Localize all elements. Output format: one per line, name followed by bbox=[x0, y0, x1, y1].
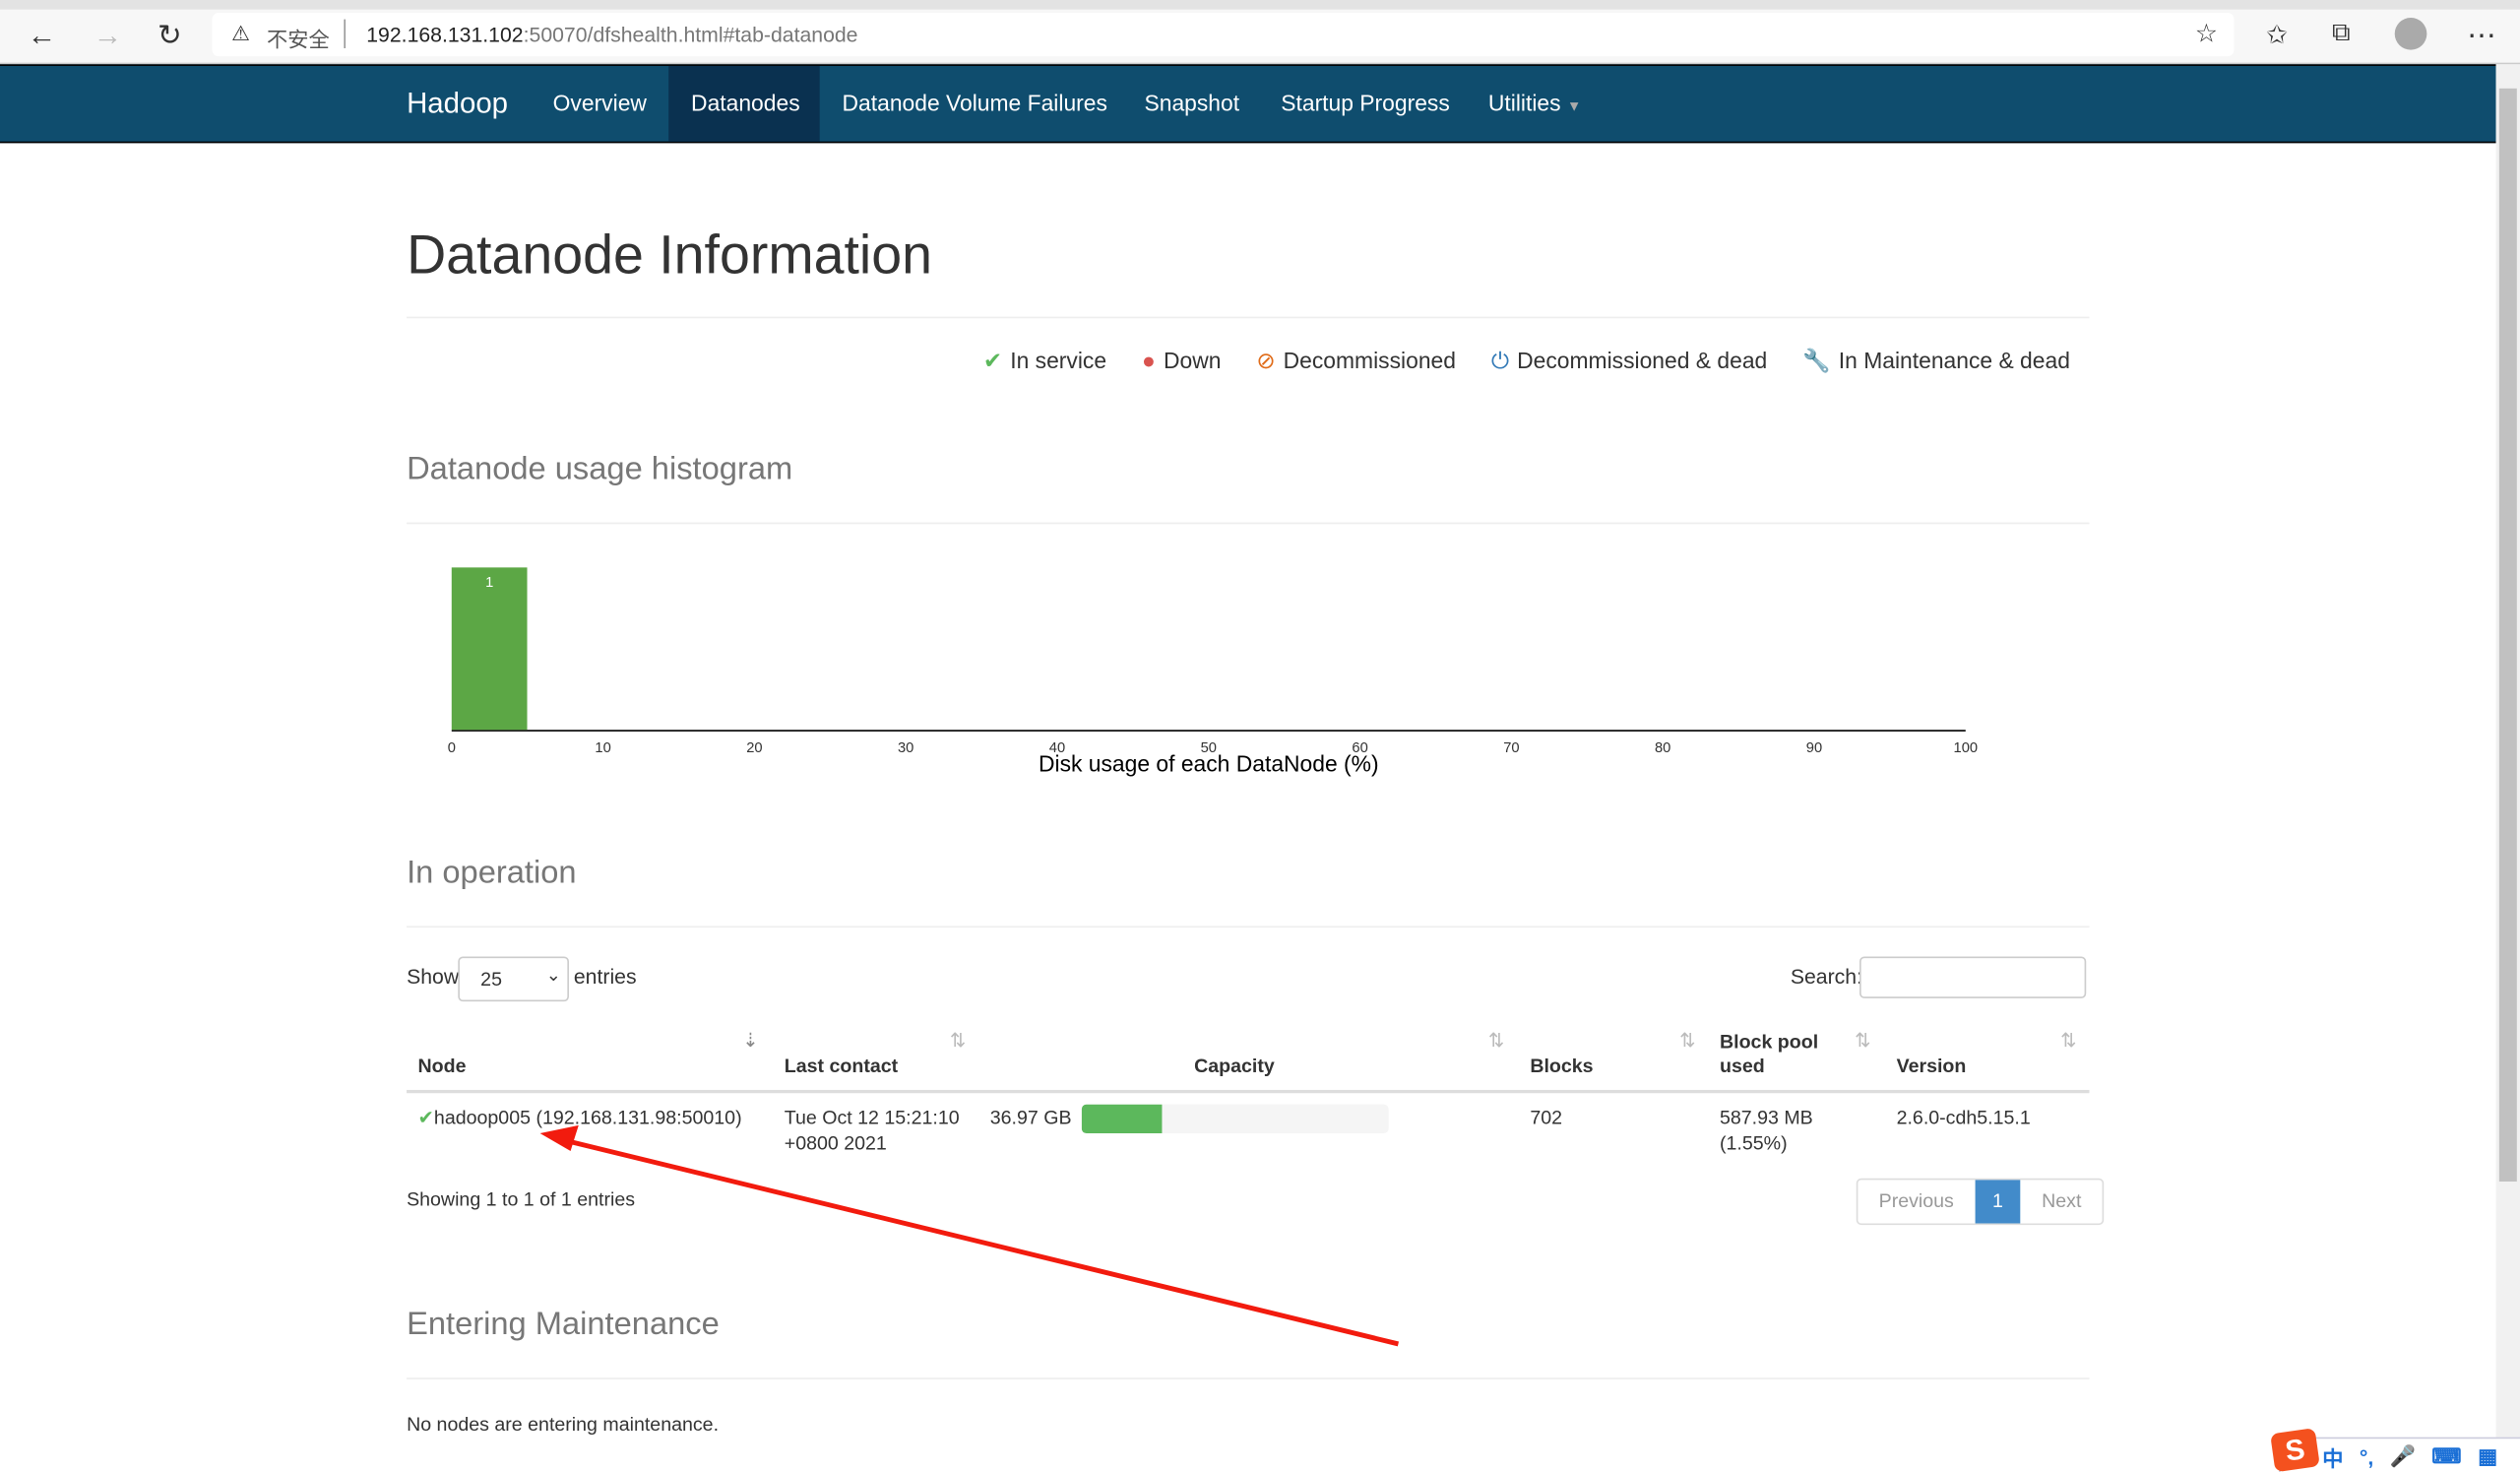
sogou-logo[interactable]: S bbox=[2270, 1428, 2320, 1472]
microphone-icon[interactable]: 🎤 bbox=[2390, 1443, 2416, 1469]
ime-punctuation[interactable]: °, bbox=[2360, 1444, 2373, 1468]
ime-mode[interactable]: 中 bbox=[2322, 1441, 2343, 1472]
maintenance-heading: Entering Maintenance bbox=[407, 1307, 720, 1343]
scrollbar-thumb[interactable] bbox=[2498, 88, 2517, 1183]
grid-icon[interactable]: ▦ bbox=[2478, 1443, 2497, 1469]
divider bbox=[407, 1377, 2090, 1379]
red-annotation-arrow bbox=[539, 1124, 1400, 1347]
keyboard-icon[interactable]: ⌨ bbox=[2431, 1443, 2462, 1469]
maintenance-empty-text: No nodes are entering maintenance. bbox=[407, 1413, 720, 1437]
